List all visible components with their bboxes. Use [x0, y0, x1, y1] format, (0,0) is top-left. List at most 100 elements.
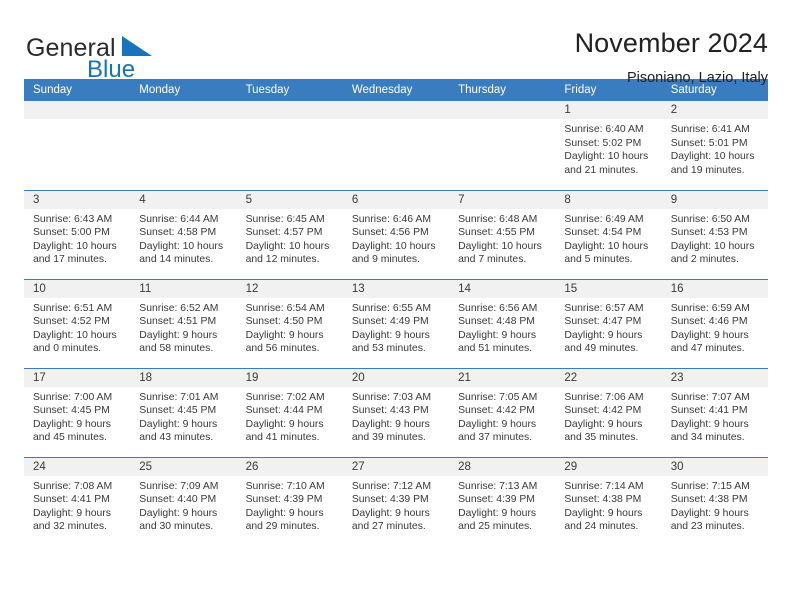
calendar-day-cell[interactable]: 4 Sunrise: 6:44 AM Sunset: 4:58 PM Daylight…: [130, 189, 237, 279]
calendar-day-cell[interactable]: 8 Sunrise: 6:49 AM Sunset: 4:54 PM Daylight…: [555, 189, 662, 279]
calendar-day-cell[interactable]: 6 Sunrise: 6:46 AM Sunset: 4:56 PM Daylight…: [342, 189, 450, 279]
day-number: 2: [661, 101, 768, 119]
daylight-text-line1: Daylight: 10 hours: [670, 151, 755, 163]
day-details: Sunrise: 6:41 AM Sunset: 5:01 PM Daylight:…: [662, 119, 768, 177]
daylight-text-line2: and 47 minutes.: [670, 343, 745, 355]
calendar-day-cell[interactable]: 13 Sunrise: 6:55 AM Sunset: 4:49 PM Dayligh…: [342, 278, 450, 368]
calendar-day-cell-empty: [342, 101, 450, 190]
sunset-text: Sunset: 4:51 PM: [139, 316, 217, 328]
sunset-text: Sunset: 4:57 PM: [245, 227, 323, 239]
daylight-text-line2: and 41 minutes.: [245, 432, 320, 444]
day-details: Sunrise: 6:57 AM Sunset: 4:47 PM Daylight:…: [555, 298, 661, 356]
day-number: [342, 101, 450, 119]
day-number: [236, 101, 343, 119]
daylight-text-line1: Daylight: 9 hours: [458, 418, 537, 430]
day-details: Sunrise: 7:13 AM Sunset: 4:39 PM Daylight:…: [449, 476, 555, 534]
sunrise-text: Sunrise: 6:57 AM: [564, 302, 644, 314]
sunrise-text: Sunrise: 6:44 AM: [139, 213, 219, 225]
daylight-text-line1: Daylight: 10 hours: [139, 240, 224, 252]
sunset-text: Sunset: 4:54 PM: [564, 227, 642, 239]
sunrise-text: Sunrise: 7:12 AM: [351, 480, 431, 492]
daylight-text-line2: and 58 minutes.: [139, 343, 214, 355]
calendar-day-cell[interactable]: 29 Sunrise: 7:14 AM Sunset: 4:38 PM Dayligh…: [555, 456, 662, 546]
sunset-text: Sunset: 4:53 PM: [670, 227, 748, 239]
blue-triangle-flag-icon: [122, 36, 152, 56]
daylight-text-line1: Daylight: 10 hours: [33, 240, 117, 252]
daylight-text-line2: and 19 minutes.: [670, 164, 745, 176]
calendar-day-cell[interactable]: 27 Sunrise: 7:12 AM Sunset: 4:39 PM Dayligh…: [342, 456, 450, 546]
calendar-day-cell[interactable]: 23 Sunrise: 7:07 AM Sunset: 4:41 PM Dayligh…: [661, 367, 768, 457]
daylight-text-line1: Daylight: 9 hours: [458, 507, 537, 519]
daylight-text-line2: and 2 minutes.: [670, 254, 739, 266]
daylight-text-line1: Daylight: 9 hours: [564, 329, 643, 341]
daylight-text-line2: and 53 minutes.: [351, 343, 426, 355]
calendar-day-cell[interactable]: 18 Sunrise: 7:01 AM Sunset: 4:45 PM Dayligh…: [130, 367, 237, 457]
calendar-day-cell[interactable]: 26 Sunrise: 7:10 AM Sunset: 4:39 PM Dayligh…: [236, 456, 343, 546]
daylight-text-line2: and 24 minutes.: [564, 521, 639, 533]
daylight-text-line2: and 37 minutes.: [458, 432, 533, 444]
calendar-day-cell[interactable]: 30 Sunrise: 7:15 AM Sunset: 4:38 PM Dayligh…: [661, 456, 768, 546]
calendar-day-cell[interactable]: 19 Sunrise: 7:02 AM Sunset: 4:44 PM Dayligh…: [236, 367, 343, 457]
calendar-day-cell[interactable]: 28 Sunrise: 7:13 AM Sunset: 4:39 PM Dayligh…: [449, 456, 556, 546]
sunset-text: Sunset: 4:40 PM: [139, 494, 217, 506]
sunrise-text: Sunrise: 6:43 AM: [33, 213, 113, 225]
calendar-day-cell[interactable]: 5 Sunrise: 6:45 AM Sunset: 4:57 PM Daylight…: [236, 189, 343, 279]
day-details: Sunrise: 7:00 AM Sunset: 4:45 PM Daylight:…: [24, 387, 130, 445]
daylight-text-line2: and 30 minutes.: [139, 521, 214, 533]
calendar-day-cell[interactable]: 11 Sunrise: 6:52 AM Sunset: 4:51 PM Dayligh…: [130, 278, 237, 368]
day-details: Sunrise: 6:54 AM Sunset: 4:50 PM Daylight:…: [237, 298, 343, 356]
sunset-text: Sunset: 4:43 PM: [351, 405, 429, 417]
day-number: 5: [236, 190, 343, 209]
sunset-text: Sunset: 4:38 PM: [564, 494, 642, 506]
weekday-header-monday: Monday: [130, 79, 237, 101]
day-details: Sunrise: 6:50 AM Sunset: 4:53 PM Daylight:…: [662, 209, 768, 267]
day-number: 21: [449, 368, 556, 387]
sunrise-text: Sunrise: 6:59 AM: [670, 302, 750, 314]
sunrise-text: Sunrise: 7:03 AM: [351, 391, 431, 403]
calendar-day-cell[interactable]: 25 Sunrise: 7:09 AM Sunset: 4:40 PM Dayligh…: [130, 456, 237, 546]
calendar-day-cell[interactable]: 24 Sunrise: 7:08 AM Sunset: 4:41 PM Dayligh…: [24, 456, 131, 546]
calendar-day-cell[interactable]: 14 Sunrise: 6:56 AM Sunset: 4:48 PM Dayligh…: [449, 278, 556, 368]
calendar-day-cell[interactable]: 15 Sunrise: 6:57 AM Sunset: 4:47 PM Dayligh…: [555, 278, 662, 368]
calendar-day-cell-empty: [236, 101, 343, 190]
day-number: [130, 101, 237, 119]
calendar-day-cell[interactable]: 21 Sunrise: 7:05 AM Sunset: 4:42 PM Dayligh…: [449, 367, 556, 457]
day-number: [24, 101, 131, 119]
calendar-week-row: 3 Sunrise: 6:43 AM Sunset: 5:00 PM Daylight…: [24, 189, 768, 279]
calendar-day-cell[interactable]: 9 Sunrise: 6:50 AM Sunset: 4:53 PM Daylight…: [661, 189, 768, 279]
brand-logo[interactable]: General Blue: [24, 26, 234, 83]
sunrise-text: Sunrise: 7:01 AM: [139, 391, 219, 403]
daylight-text-line1: Daylight: 10 hours: [564, 151, 649, 163]
day-number: 25: [130, 457, 237, 476]
sunrise-text: Sunrise: 6:54 AM: [245, 302, 325, 314]
daylight-text-line1: Daylight: 10 hours: [458, 240, 542, 252]
sunset-text: Sunset: 4:45 PM: [33, 405, 110, 417]
calendar-day-cell[interactable]: 3 Sunrise: 6:43 AM Sunset: 5:00 PM Daylight…: [24, 189, 131, 279]
calendar-day-cell[interactable]: 2 Sunrise: 6:41 AM Sunset: 5:01 PM Daylight…: [661, 101, 768, 190]
sunset-text: Sunset: 4:42 PM: [564, 405, 642, 417]
daylight-text-line2: and 43 minutes.: [139, 432, 214, 444]
daylight-text-line1: Daylight: 9 hours: [33, 507, 111, 519]
daylight-text-line1: Daylight: 9 hours: [670, 329, 749, 341]
calendar-day-cell[interactable]: 1 Sunrise: 6:40 AM Sunset: 5:02 PM Daylight…: [555, 101, 662, 190]
sunset-text: Sunset: 4:41 PM: [670, 405, 748, 417]
calendar-week-row: 1 Sunrise: 6:40 AM Sunset: 5:02 PM Daylight…: [24, 101, 768, 190]
calendar-day-cell[interactable]: 7 Sunrise: 6:48 AM Sunset: 4:55 PM Daylight…: [449, 189, 556, 279]
day-number: 23: [661, 368, 768, 387]
calendar-day-cell[interactable]: 12 Sunrise: 6:54 AM Sunset: 4:50 PM Dayligh…: [236, 278, 343, 368]
sunrise-text: Sunrise: 7:14 AM: [564, 480, 644, 492]
calendar-day-cell[interactable]: 17 Sunrise: 7:00 AM Sunset: 4:45 PM Dayligh…: [24, 367, 131, 457]
day-number: 15: [555, 279, 662, 298]
day-details: Sunrise: 6:52 AM Sunset: 4:51 PM Daylight:…: [130, 298, 236, 356]
sunrise-text: Sunrise: 7:08 AM: [33, 480, 113, 492]
calendar-day-cell-empty: [130, 101, 237, 190]
day-details: [130, 119, 236, 123]
calendar-day-cell[interactable]: 20 Sunrise: 7:03 AM Sunset: 4:43 PM Dayligh…: [342, 367, 450, 457]
daylight-text-line2: and 7 minutes.: [458, 254, 527, 266]
calendar-day-cell[interactable]: 10 Sunrise: 6:51 AM Sunset: 4:52 PM Dayligh…: [24, 278, 131, 368]
calendar-week-row: 10 Sunrise: 6:51 AM Sunset: 4:52 PM Dayligh…: [24, 278, 768, 368]
sunset-text: Sunset: 4:39 PM: [245, 494, 323, 506]
calendar-day-cell[interactable]: 22 Sunrise: 7:06 AM Sunset: 4:42 PM Dayligh…: [555, 367, 662, 457]
daylight-text-line2: and 29 minutes.: [245, 521, 320, 533]
calendar-day-cell[interactable]: 16 Sunrise: 6:59 AM Sunset: 4:46 PM Dayligh…: [661, 278, 768, 368]
